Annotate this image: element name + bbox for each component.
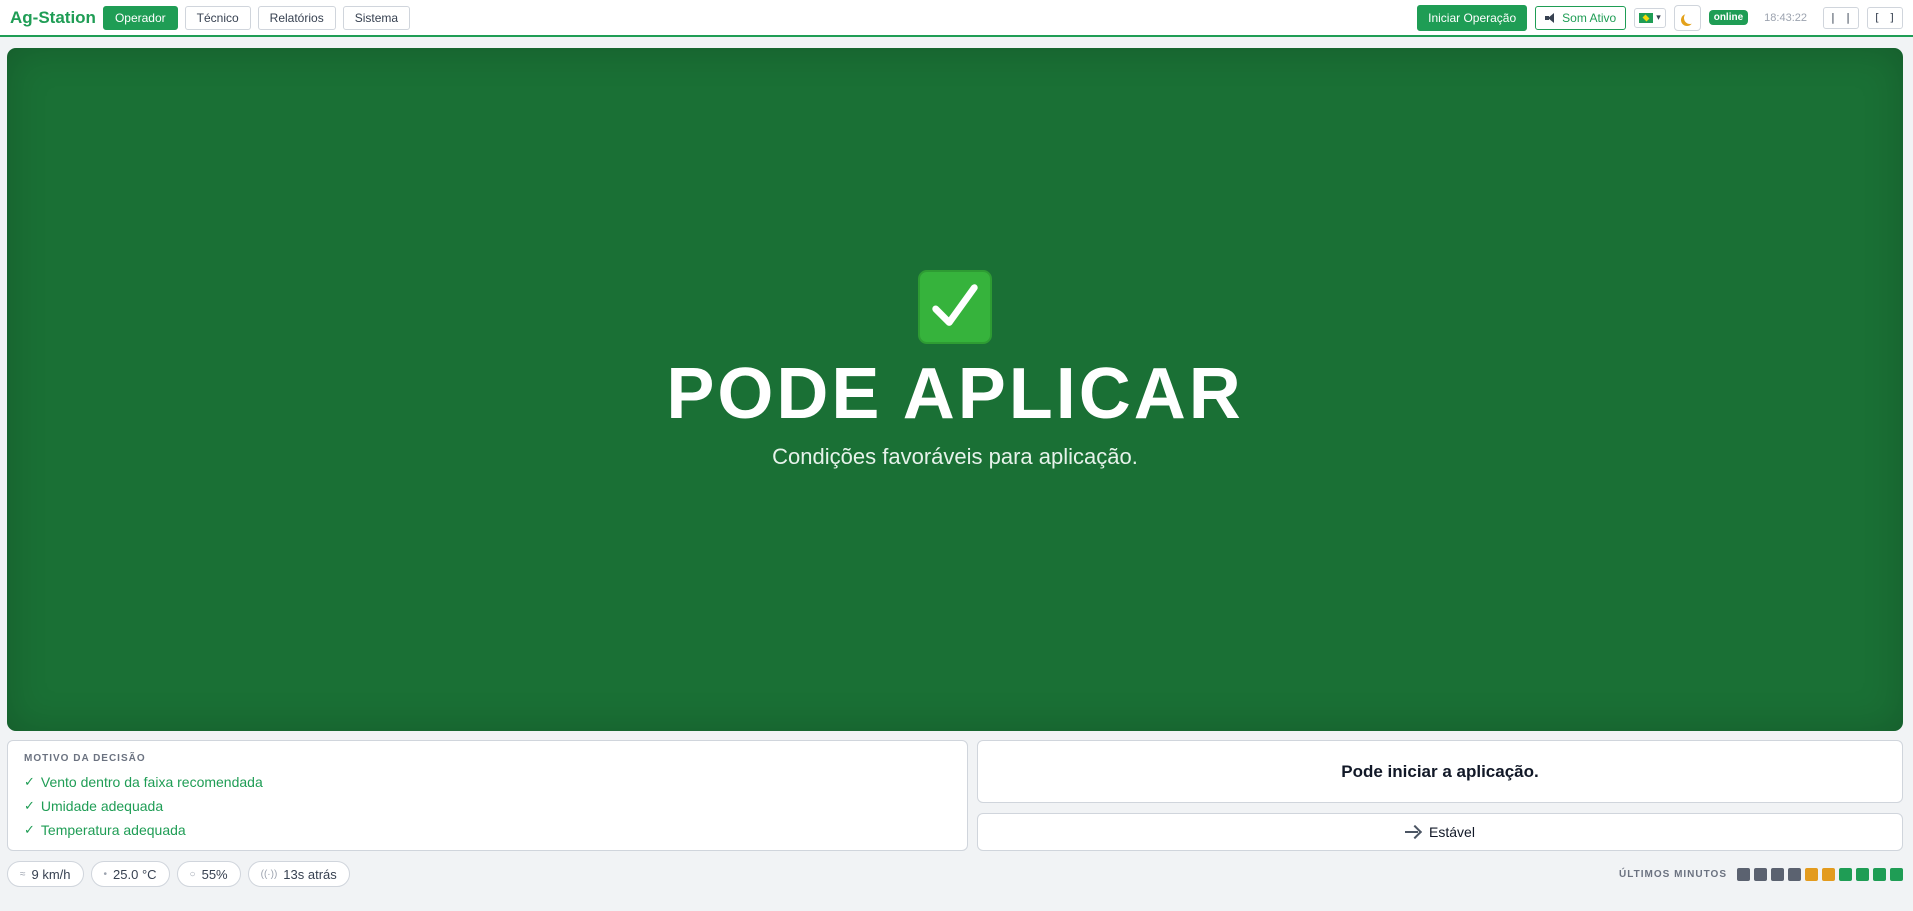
decision-reason-card: MOTIVO DA DECISÃO ✓ Vento dentro da faix… bbox=[7, 740, 968, 851]
reason-text: Umidade adequada bbox=[40, 798, 164, 814]
history-block bbox=[1856, 867, 1869, 881]
decision-panel: PODE APLICAR Condições favoráveis para a… bbox=[7, 48, 1903, 731]
reason-text: Temperatura adequada bbox=[40, 822, 186, 838]
humidity-chip: ○ 55% bbox=[176, 861, 241, 887]
wind-chip: ≈ 9 km/h bbox=[7, 861, 84, 887]
droplet-icon: ○ bbox=[189, 868, 196, 880]
chevron-down-icon: ▾ bbox=[1656, 12, 1661, 22]
wind-icon: ≈ bbox=[20, 868, 26, 880]
history-block bbox=[1771, 867, 1784, 881]
history-block bbox=[1822, 867, 1835, 881]
history-block bbox=[1737, 867, 1750, 881]
header-actions: Iniciar Operação Som Ativo ▾ online 18:4… bbox=[1417, 4, 1903, 31]
theme-toggle-button[interactable] bbox=[1673, 4, 1701, 31]
temperature-value: 25.0 °C bbox=[113, 866, 157, 882]
history-label: ÚLTIMOS MINUTOS bbox=[1619, 868, 1727, 880]
history-block bbox=[1890, 867, 1903, 881]
sensor-footer: ≈ 9 km/h • 25.0 °C ○ 55% ((·)) 13s atrás… bbox=[7, 861, 1903, 887]
moon-icon bbox=[1684, 12, 1696, 24]
check-icon: ✓ bbox=[24, 774, 35, 789]
check-icon: ✓ bbox=[24, 798, 35, 813]
history-block bbox=[1873, 867, 1886, 881]
trend-label: Estável bbox=[1429, 824, 1475, 840]
history-strip: ÚLTIMOS MINUTOS bbox=[1619, 867, 1903, 881]
tab-sistema[interactable]: Sistema bbox=[342, 5, 411, 30]
arrow-right-icon bbox=[1405, 826, 1421, 838]
language-select[interactable]: ▾ bbox=[1634, 7, 1666, 28]
reason-heading: MOTIVO DA DECISÃO bbox=[24, 753, 146, 764]
top-bar: Ag-Station Operador Técnico Relatórios S… bbox=[0, 0, 1913, 37]
check-icon: ✓ bbox=[24, 822, 35, 837]
trend-card: Estável bbox=[977, 813, 1903, 851]
fullscreen-button[interactable]: [ ] bbox=[1867, 6, 1903, 29]
instruction-message: Pode iniciar a aplicação. bbox=[977, 740, 1903, 803]
thermometer-icon: • bbox=[103, 868, 108, 880]
connection-status-badge: online bbox=[1708, 10, 1749, 25]
reason-item: ✓ Umidade adequada bbox=[24, 794, 951, 818]
app-brand: Ag-Station bbox=[10, 7, 96, 27]
humidity-value: 55% bbox=[201, 866, 228, 882]
reason-item: ✓ Vento dentro da faixa recomendada bbox=[24, 770, 951, 794]
brazil-flag-icon bbox=[1639, 12, 1654, 23]
start-operation-button[interactable]: Iniciar Operação bbox=[1417, 4, 1528, 31]
sound-label: Som Ativo bbox=[1562, 10, 1617, 25]
sound-toggle-button[interactable]: Som Ativo bbox=[1535, 5, 1627, 30]
history-blocks bbox=[1737, 867, 1903, 881]
history-block bbox=[1788, 867, 1801, 881]
reason-text: Vento dentro da faixa recomendada bbox=[40, 774, 263, 790]
decision-subtitle: Condições favoráveis para aplicação. bbox=[772, 443, 1138, 469]
signal-icon: ((·)) bbox=[260, 868, 278, 880]
main-nav: Operador Técnico Relatórios Sistema bbox=[102, 5, 411, 30]
history-block bbox=[1805, 867, 1818, 881]
reason-item: ✓ Temperatura adequada bbox=[24, 818, 951, 842]
check-mark-icon bbox=[918, 269, 992, 344]
last-update-chip: ((·)) 13s atrás bbox=[247, 861, 350, 887]
tab-operador[interactable]: Operador bbox=[102, 5, 178, 30]
last-update-value: 13s atrás bbox=[283, 866, 337, 882]
tab-tecnico[interactable]: Técnico bbox=[184, 5, 251, 30]
history-block bbox=[1754, 867, 1767, 881]
pause-button[interactable]: | | bbox=[1823, 6, 1859, 29]
clock: 18:43:22 bbox=[1764, 11, 1807, 24]
tab-relatorios[interactable]: Relatórios bbox=[257, 5, 336, 30]
speaker-icon bbox=[1545, 12, 1557, 23]
wind-value: 9 km/h bbox=[31, 866, 71, 882]
temperature-chip: • 25.0 °C bbox=[90, 861, 170, 887]
history-block bbox=[1839, 867, 1852, 881]
decision-title: PODE APLICAR bbox=[666, 353, 1244, 434]
